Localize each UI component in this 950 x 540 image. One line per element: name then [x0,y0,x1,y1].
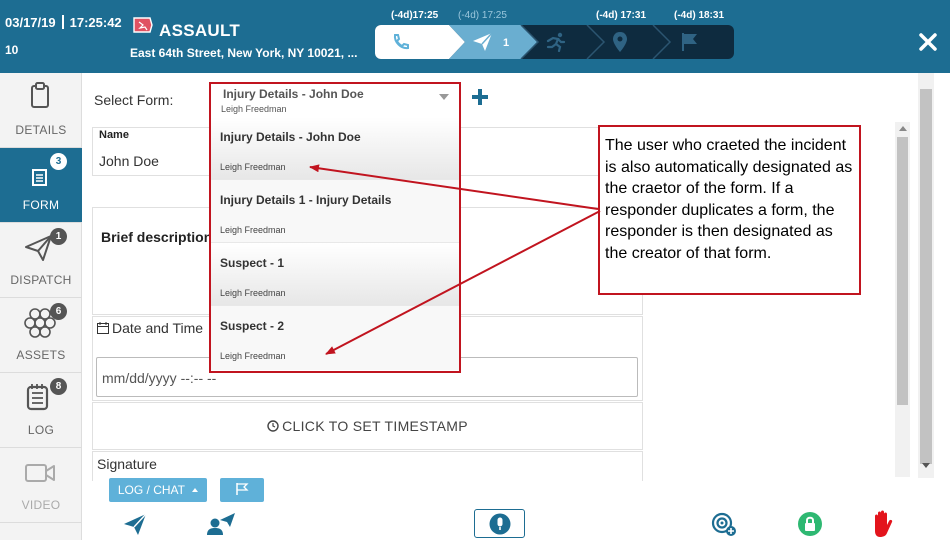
incident-address: East 64th Street, New York, NY 10021, ..… [130,46,358,60]
form-count-badge: 3 [50,153,67,170]
microphone-button[interactable] [474,509,525,538]
brief-description-label: Brief description [101,229,213,245]
log-count-badge: 8 [50,378,67,395]
form-scrollbar[interactable] [895,122,910,477]
paper-plane-icon[interactable] [472,32,494,52]
clipboard-icon [31,82,49,108]
log-chat-button[interactable]: LOG / CHAT [109,478,207,502]
scroll-up-icon[interactable] [899,126,907,131]
scroll-down-icon[interactable] [922,463,930,468]
send-message-icon[interactable] [122,512,148,536]
sidebar-item-assets[interactable]: 6 ASSETS [0,298,82,373]
assets-count-badge: 6 [50,303,67,320]
incident-date: 03/17/19 [5,15,56,30]
flag-icon [236,483,249,495]
timeline-time-3: (-4d) 17:31 [596,10,647,21]
stop-hand-icon[interactable] [869,508,895,538]
name-field-value[interactable]: John Doe [99,153,159,169]
sidebar-item-label: ASSETS [16,348,66,362]
sidebar-item-label: VIDEO [21,498,61,512]
signature-panel[interactable] [92,451,643,481]
phone-icon[interactable] [391,33,411,51]
locate-target-icon[interactable] [710,511,738,537]
incident-number: 10 [5,43,19,57]
clock-icon [267,420,279,432]
annotation-highlight-frame [209,82,461,373]
map-pin-icon[interactable] [612,31,628,53]
sidebar-item-form[interactable]: 3 FORM [0,148,82,223]
page-scrollbar[interactable] [918,73,934,478]
calendar-icon [97,322,109,334]
left-sidebar: DETAILS 3 FORM 1 DISPATCH 6 ASSETS 8 LOG… [0,73,82,540]
running-person-icon[interactable] [545,32,567,52]
flag-icon[interactable] [680,32,700,52]
sidebar-item-label: LOG [27,423,55,437]
microphone-icon [489,513,511,535]
name-field-label: Name [99,129,129,141]
sidebar-item-label: DETAILS [15,123,67,137]
annotation-callout: The user who craeted the incident is als… [598,125,861,295]
incident-time: 17:25:42 [69,15,122,30]
video-camera-icon [25,464,55,482]
incident-progress-bar[interactable]: 1 [375,25,734,59]
signature-label: Signature [97,456,157,472]
timeline-time-2: (-4d) 17:25 [458,10,507,21]
add-form-button[interactable] [472,89,488,105]
flag-button[interactable] [220,478,264,502]
datetime-label: Date and Time [97,320,203,336]
incident-title: ASSAULT [159,21,241,40]
dispatch-count-badge: 1 [50,228,67,245]
caret-up-icon [192,488,199,492]
sidebar-item-dispatch[interactable]: 1 DISPATCH [0,223,82,298]
form-scroll-thumb[interactable] [897,137,908,405]
incident-flag-icon [133,17,153,33]
sidebar-item-label: DISPATCH [10,273,72,287]
sidebar-item-video[interactable]: VIDEO [0,448,82,523]
incident-datetime: 03/17/19 17:25:42 [5,15,122,30]
datetime-label-text: Date and Time [112,320,204,336]
timeline-time-1: (-4d)17:25 [391,10,439,21]
timeline-time-4: (-4d) 18:31 [674,10,725,21]
sidebar-item-label: FORM [22,198,60,212]
dispatch-user-icon[interactable] [206,510,236,536]
page-scroll-thumb[interactable] [920,89,932,464]
lock-icon[interactable] [797,511,823,537]
set-timestamp-label: CLICK TO SET TIMESTAMP [282,418,468,434]
select-form-label: Select Form: [94,92,174,108]
sidebar-item-details[interactable]: DETAILS [0,73,82,148]
progress-step-count: 1 [503,37,510,49]
set-timestamp-button[interactable]: CLICK TO SET TIMESTAMP [92,402,643,450]
log-chat-label: LOG / CHAT [117,483,185,497]
incident-header: 03/17/19 17:25:42 10 ASSAULT East 64th St… [0,0,950,73]
close-icon[interactable] [916,30,940,54]
sidebar-item-log[interactable]: 8 LOG [0,373,82,448]
